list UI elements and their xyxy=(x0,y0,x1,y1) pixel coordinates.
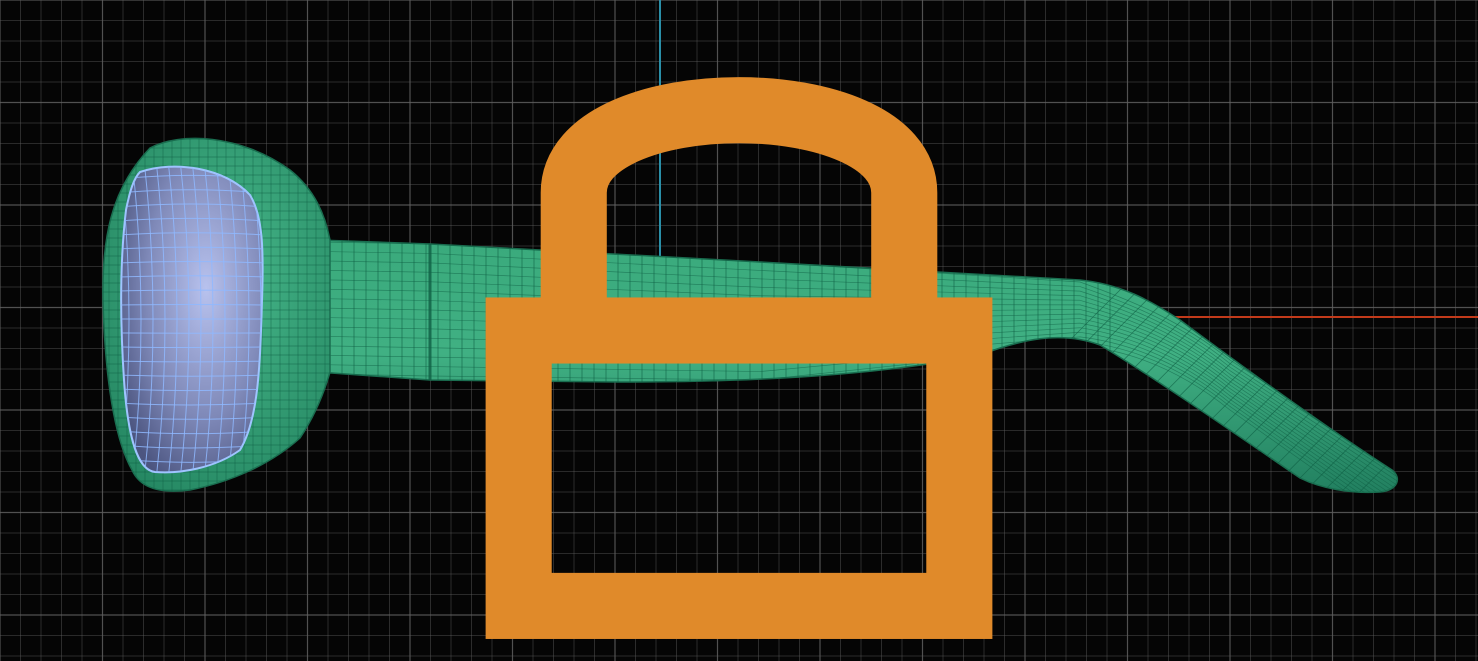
lock-icon[interactable] xyxy=(0,0,1478,661)
3d-viewport[interactable] xyxy=(0,0,1478,661)
